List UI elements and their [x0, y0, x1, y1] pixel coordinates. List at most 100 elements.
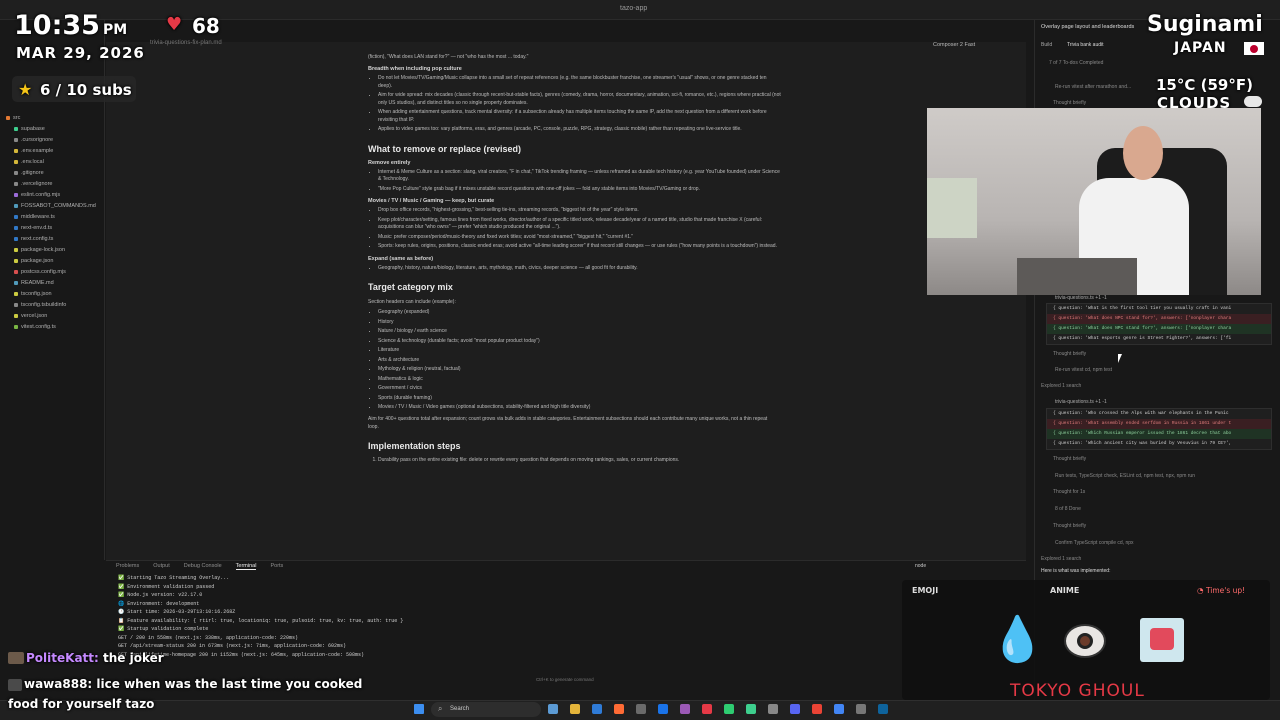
windows-start-icon[interactable]: [414, 704, 424, 714]
terminal-icon[interactable]: [636, 704, 646, 714]
desk: [1017, 258, 1137, 295]
firefox-icon[interactable]: [614, 704, 624, 714]
tab-terminal[interactable]: Terminal: [235, 563, 257, 570]
file-name: .cursorignore: [21, 137, 54, 143]
sub-heading: Remove entirely: [368, 159, 411, 166]
taskbar-search[interactable]: ⌕ Search: [431, 702, 541, 717]
task-name[interactable]: Trivia bank audit: [1067, 42, 1104, 48]
ampm-label: PM: [102, 22, 128, 38]
code-line: { question: 'What is the first tool tier…: [1053, 306, 1232, 311]
file-name: tsconfig.tsbuildinfo: [21, 302, 67, 308]
heart-icon: ♥: [166, 14, 183, 35]
app-icon[interactable]: [746, 704, 756, 714]
clock-time: 10:35 PM: [14, 10, 127, 41]
file-icon: [14, 214, 18, 219]
app-icon[interactable]: [856, 704, 866, 714]
breadcrumb[interactable]: trivia-questions-fix-plan.md: [150, 40, 222, 46]
tab-problems[interactable]: Problems: [116, 563, 139, 569]
tab-output[interactable]: Output: [153, 563, 170, 569]
file-name: package.json: [21, 258, 54, 264]
explorer-file[interactable]: next.config.ts: [14, 236, 53, 242]
explorer-file[interactable]: middleware.ts: [14, 214, 55, 220]
chat-line: Explored 1 search: [1041, 556, 1082, 562]
explorer-file[interactable]: vercel.json: [14, 313, 47, 319]
impl-list: Durability pass on the entire existing f…: [378, 457, 782, 465]
tab-debug-console[interactable]: Debug Console: [184, 563, 222, 569]
list-item: Mythology & religion (neutral, factual): [378, 366, 782, 374]
file-icon: [14, 126, 18, 131]
code-line: { question: 'What esports genre is Stree…: [1053, 336, 1232, 341]
chat-text: food for yourself tazo: [8, 697, 155, 711]
explorer-file[interactable]: tsconfig.json: [14, 291, 52, 297]
obs-icon[interactable]: [680, 704, 690, 714]
explorer-file[interactable]: README.md: [14, 280, 54, 286]
explorer-file[interactable]: .vercelignore: [14, 181, 53, 187]
explorer-file[interactable]: .env.local: [14, 159, 44, 165]
time-value: 10:35: [14, 10, 100, 41]
terminal-line: GET / 200 in 558ms (next.js: 338ms, appl…: [118, 634, 299, 641]
list-item: Government / civics: [378, 385, 782, 393]
explorer-file[interactable]: FOSSABOT_COMMANDS.md: [14, 203, 96, 209]
search-label: Search: [450, 706, 470, 712]
task-view-icon[interactable]: [548, 704, 558, 714]
expand-list: Geography, history, nature/biology, lite…: [378, 265, 782, 273]
explorer-file[interactable]: tsconfig.tsbuildinfo: [14, 302, 66, 308]
file-name: tsconfig.json: [21, 291, 52, 297]
diff-label[interactable]: trivia-questions.ts +1 -1: [1055, 295, 1107, 301]
shell-label[interactable]: node: [915, 563, 926, 569]
chat-line: Thought briefly: [1053, 100, 1087, 106]
chat-line[interactable]: 8 of 8 Done: [1055, 506, 1081, 512]
list-item: Music: prefer composer/period/music-theo…: [378, 234, 782, 242]
file-explorer-icon[interactable]: [570, 704, 580, 714]
explorer-file[interactable]: .gitignore: [14, 170, 44, 176]
terminal-hint: Ctrl+K to generate command: [536, 677, 594, 682]
chrome-icon[interactable]: [724, 704, 734, 714]
location-country: JAPAN: [1174, 40, 1227, 56]
doc-line: Aim for 400+ questions total after expan…: [368, 415, 768, 430]
file-icon: [14, 236, 18, 241]
list-item: Applies to video games too: vary platfor…: [378, 126, 782, 134]
file-name: next-env.d.ts: [21, 225, 53, 231]
list-item: Durability pass on the entire existing f…: [378, 457, 782, 465]
explorer-file[interactable]: package.json: [14, 258, 53, 264]
explorer-file[interactable]: next-env.d.ts: [14, 225, 52, 231]
chrome-icon[interactable]: [834, 704, 844, 714]
explorer-file[interactable]: .cursorignore: [14, 137, 53, 143]
todo-status[interactable]: 7 of 7 To-dos Completed: [1049, 60, 1103, 66]
chat-username: wawa888:: [24, 677, 93, 691]
tab-ports[interactable]: Ports: [270, 563, 283, 569]
explorer-file[interactable]: src: [6, 115, 20, 121]
app-icon[interactable]: [702, 704, 712, 714]
explorer-file[interactable]: eslint.config.mjs: [14, 192, 60, 198]
build-tag[interactable]: Build: [1041, 42, 1052, 48]
file-name: README.md: [21, 280, 54, 286]
explorer-file[interactable]: vitest.config.ts: [14, 324, 56, 330]
code-line: { question: 'What does NPC stand for?', …: [1047, 314, 1271, 324]
model-selector[interactable]: Composer 2 Fast: [933, 42, 975, 48]
chat-line[interactable]: Run tests, TypeScript check, ESLint cd, …: [1055, 473, 1195, 479]
chat-line[interactable]: Re-run vitest cd, npm test: [1055, 367, 1112, 373]
app-icon[interactable]: [878, 704, 888, 714]
drop-emoji-icon: 💧: [990, 615, 1045, 664]
quiz-category: EMOJI: [912, 586, 939, 595]
app-icon[interactable]: [812, 704, 822, 714]
code-line: { question: 'Which Russian emperor issue…: [1047, 429, 1271, 439]
store-icon[interactable]: [592, 704, 602, 714]
explorer-file[interactable]: postcss.config.mjs: [14, 269, 66, 275]
diff-label[interactable]: trivia-questions.ts +1 -1: [1055, 399, 1107, 405]
person-head: [1123, 126, 1163, 180]
discord-icon[interactable]: [790, 704, 800, 714]
section-heading: Breadth when including pop culture: [368, 66, 462, 72]
settings-icon[interactable]: [768, 704, 778, 714]
vscode-icon[interactable]: [658, 704, 668, 714]
explorer-file[interactable]: supabase: [14, 126, 45, 132]
terminal-line: 🕐 Start time: 2026-03-29T13:10:16.268Z: [118, 609, 236, 615]
explorer-file[interactable]: .env.example: [14, 148, 53, 154]
subs-count: 6 / 10 subs: [40, 81, 132, 99]
timer-text: Time's up!: [1205, 586, 1246, 595]
explorer-file[interactable]: package-lock.json: [14, 247, 65, 253]
code-line: { question: 'Which ancient city was buri…: [1053, 441, 1232, 446]
list-item: Do not let Movies/TV/Gaming/Music collap…: [378, 75, 782, 90]
chat-line[interactable]: Confirm TypeScript compile cd, npx: [1055, 540, 1134, 546]
terminal-line: ✅ Startup validation complete: [118, 626, 209, 632]
